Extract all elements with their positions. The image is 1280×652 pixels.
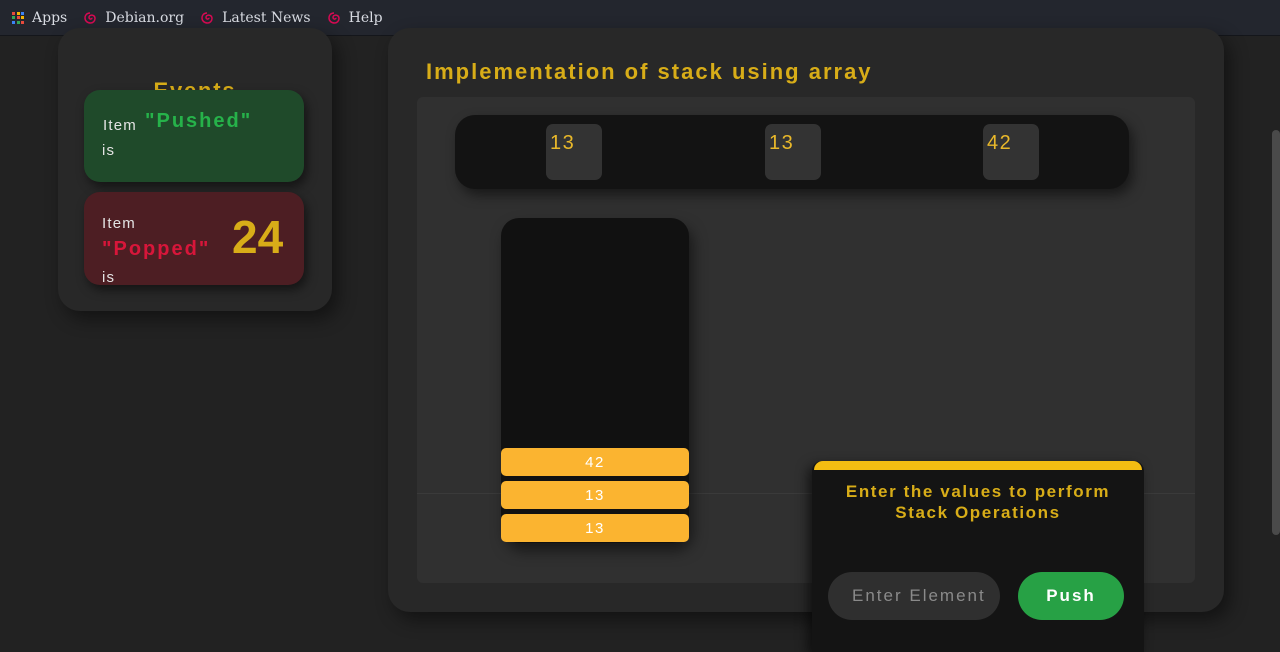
stack-item: 42 <box>501 448 689 476</box>
popped-suffix: is <box>102 269 116 286</box>
popped-word: "Popped" <box>102 238 211 260</box>
page-title: Implementation of stack using array <box>426 59 873 84</box>
operations-title-line2: Stack Operations <box>895 503 1061 522</box>
debian-swirl-icon <box>200 11 214 25</box>
bookmark-latest-news[interactable]: Latest News <box>200 10 311 26</box>
operations-title-line1: Enter the values to perform <box>845 482 1111 501</box>
popped-value: 24 <box>232 211 284 263</box>
pushed-suffix: is <box>102 142 116 159</box>
events-panel: Events Item "Pushed" is Item "Popped" is… <box>58 28 332 311</box>
bookmark-help[interactable]: Help <box>327 10 383 26</box>
array-bar: 13 13 42 <box>455 115 1129 189</box>
operations-card: Enter the values to perform Stack Operat… <box>812 461 1144 652</box>
array-cell: 42 <box>983 124 1039 180</box>
operations-card-accent <box>814 461 1142 470</box>
pushed-prefix: Item <box>103 117 137 134</box>
scrollbar-thumb[interactable] <box>1272 130 1280 535</box>
pushed-event-card: Item "Pushed" is <box>84 90 304 182</box>
element-input[interactable] <box>828 572 1000 620</box>
bookmark-label: Apps <box>32 9 68 26</box>
bookmark-debian-org[interactable]: Debian.org <box>83 10 184 26</box>
popped-prefix: Item <box>102 215 136 232</box>
bookmark-label: Help <box>348 9 383 26</box>
push-button[interactable]: Push <box>1018 572 1124 620</box>
stack-item: 13 <box>501 481 689 509</box>
array-cell: 13 <box>765 124 821 180</box>
pushed-word: "Pushed" <box>145 110 253 132</box>
stack-item: 13 <box>501 514 689 542</box>
operations-title: Enter the values to perform Stack Operat… <box>812 481 1144 523</box>
bookmark-label: Latest News <box>222 9 311 26</box>
stack-container: 42 13 13 <box>501 218 689 543</box>
debian-swirl-icon <box>327 11 341 25</box>
bookmark-apps[interactable]: Apps <box>12 10 67 26</box>
bookmark-label: Debian.org <box>105 9 185 26</box>
popped-event-card: Item "Popped" is 24 <box>84 192 304 286</box>
apps-grid-icon <box>12 11 24 24</box>
debian-swirl-icon <box>83 11 97 25</box>
array-cell: 13 <box>546 124 602 180</box>
